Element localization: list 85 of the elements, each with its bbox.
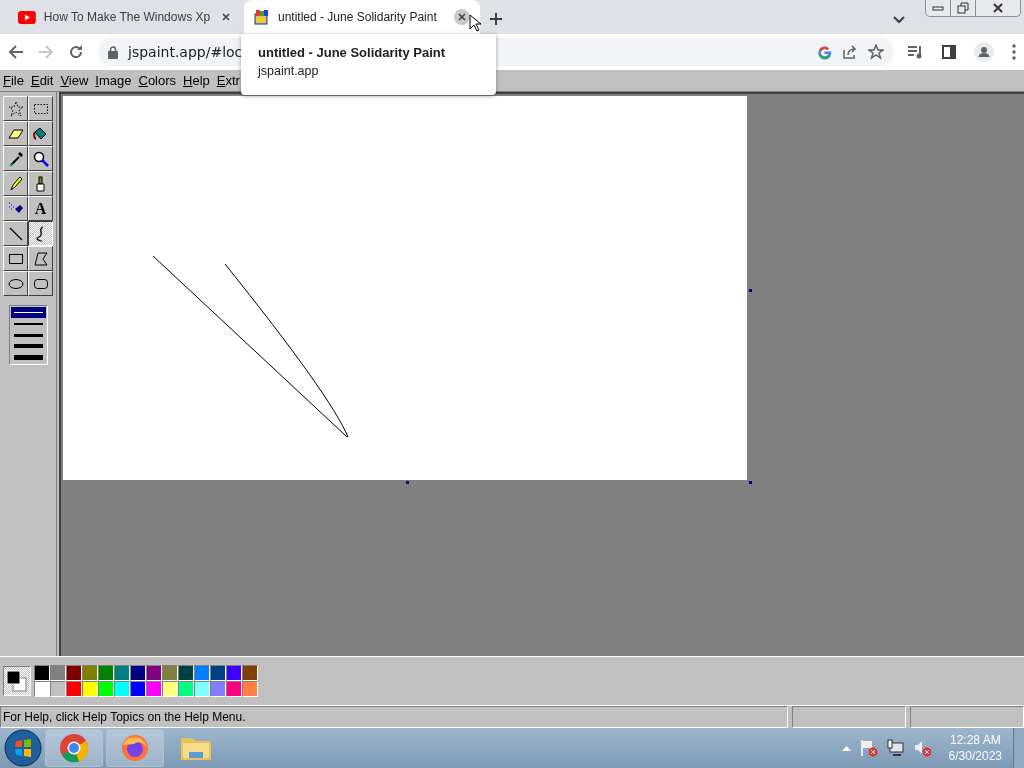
- menu-item[interactable]: Extr: [216, 73, 240, 88]
- color-swatch[interactable]: [178, 681, 194, 697]
- star-icon[interactable]: [868, 44, 884, 60]
- chevron-down-icon[interactable]: [893, 16, 905, 24]
- color-swatch[interactable]: [210, 665, 226, 681]
- color-swatch[interactable]: [66, 665, 82, 681]
- close-icon: [992, 2, 1004, 14]
- tooltip-title: untitled - June Solidarity Paint: [258, 45, 447, 60]
- browser-tab[interactable]: How To Make The Windows Xp: [8, 0, 244, 34]
- color-swatch[interactable]: [114, 681, 130, 697]
- tooltip-url: jspaint.app: [258, 64, 320, 78]
- color-swatch[interactable]: [162, 681, 178, 697]
- resize-handle[interactable]: [406, 481, 409, 484]
- tool-button[interactable]: [28, 221, 53, 246]
- tool-button[interactable]: A: [28, 196, 53, 221]
- color-swatch[interactable]: [194, 681, 210, 697]
- color-selector-icon: [4, 667, 30, 695]
- resize-handle[interactable]: [749, 289, 752, 292]
- menu-item[interactable]: Image: [95, 73, 132, 88]
- color-swatch[interactable]: [146, 681, 162, 697]
- eyedropper-icon: [7, 150, 24, 167]
- paint-bucket-icon: [32, 125, 49, 142]
- tab-title: untitled - June Solidarity Paint: [278, 10, 438, 24]
- color-swatch[interactable]: [146, 665, 162, 681]
- menu-item[interactable]: Edit: [30, 73, 54, 88]
- color-swatch[interactable]: [98, 681, 114, 697]
- google-g-icon[interactable]: [817, 44, 832, 60]
- media-queue-icon[interactable]: [908, 45, 924, 59]
- menu-item[interactable]: Help: [183, 73, 210, 88]
- line-icon: [7, 225, 24, 242]
- more-menu-icon[interactable]: [1012, 44, 1016, 60]
- color-swatch[interactable]: [178, 665, 194, 681]
- close-icon: [458, 13, 466, 21]
- close-tab-button[interactable]: [454, 9, 470, 25]
- pencil-icon: [7, 175, 24, 192]
- firefox-button[interactable]: [106, 729, 164, 767]
- side-panel-icon[interactable]: [942, 45, 956, 59]
- dashed-star-icon: [7, 100, 24, 117]
- color-swatch[interactable]: [114, 665, 130, 681]
- color-swatch[interactable]: [130, 681, 146, 697]
- mouse-cursor-icon: [469, 14, 481, 32]
- restore-icon: [957, 2, 969, 14]
- tab-title: How To Make The Windows Xp: [43, 10, 211, 24]
- speaker-muted-icon[interactable]: [913, 739, 932, 757]
- color-swatch[interactable]: [66, 681, 82, 697]
- color-swatch[interactable]: [162, 665, 178, 681]
- paint-palette-icon: [254, 9, 270, 25]
- color-swatch[interactable]: [34, 681, 50, 697]
- chrome-button[interactable]: [45, 729, 103, 767]
- color-swatch[interactable]: [194, 665, 210, 681]
- flag-error-icon[interactable]: [859, 739, 878, 757]
- reload-icon[interactable]: [68, 44, 84, 60]
- search-icon: [32, 150, 49, 167]
- menu-item[interactable]: Colors: [138, 73, 177, 88]
- network-icon[interactable]: [886, 739, 905, 757]
- resize-handle[interactable]: [749, 481, 752, 484]
- color-swatch[interactable]: [210, 681, 226, 697]
- color-swatch[interactable]: [242, 665, 258, 681]
- polygon-icon: [32, 250, 49, 267]
- share-icon[interactable]: [842, 44, 858, 60]
- lock-icon: [108, 45, 118, 59]
- color-swatch[interactable]: [50, 665, 66, 681]
- status-text: For Help, click Help Topics on the Help Menu.: [0, 706, 788, 728]
- profile-avatar-icon[interactable]: [974, 42, 994, 62]
- start-orb-icon[interactable]: [4, 729, 42, 767]
- color-swatch[interactable]: [98, 665, 114, 681]
- color-swatch[interactable]: [82, 681, 98, 697]
- color-swatch[interactable]: [82, 665, 98, 681]
- firefox-icon: [120, 733, 150, 763]
- close-icon: [222, 13, 231, 21]
- color-swatch[interactable]: [50, 681, 66, 697]
- color-swatch[interactable]: [226, 665, 242, 681]
- color-swatch[interactable]: [242, 681, 258, 697]
- play-logo-icon: [18, 10, 36, 24]
- chrome-icon: [59, 733, 89, 763]
- url-text: jspaint.app/#loc: [128, 44, 243, 60]
- new-tab-icon[interactable]: [490, 13, 502, 25]
- browser-tab[interactable]: untitled - June Solidarity Paint: [244, 0, 480, 34]
- color-swatch[interactable]: [130, 665, 146, 681]
- back-icon[interactable]: [8, 44, 24, 60]
- color-swatch[interactable]: [34, 665, 50, 681]
- color-swatch[interactable]: [226, 681, 242, 697]
- menu-item[interactable]: File: [3, 73, 24, 88]
- line-width-option[interactable]: [10, 307, 46, 319]
- menu-item[interactable]: View: [60, 73, 89, 88]
